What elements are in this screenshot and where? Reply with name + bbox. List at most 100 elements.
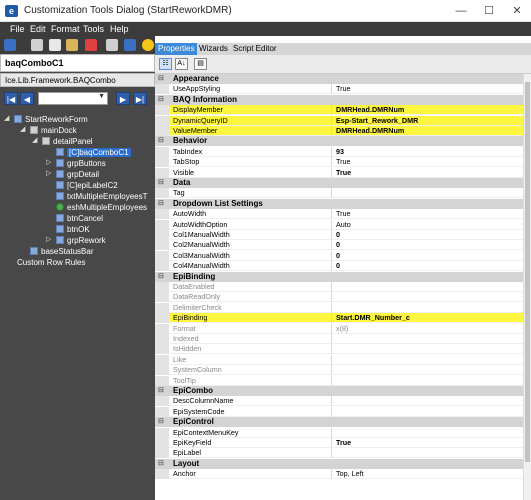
property-value[interactable]: True	[332, 84, 531, 95]
property-pages-icon[interactable]: ▤	[194, 58, 207, 70]
tree-item-baqcombo[interactable]: [C]baqComboC1	[56, 147, 131, 158]
categorized-icon[interactable]: ☷	[159, 58, 172, 70]
property-value[interactable]	[332, 355, 531, 365]
maximize-button[interactable]: ☐	[475, 0, 503, 22]
property-value[interactable]	[332, 188, 531, 199]
property-value[interactable]: 93	[332, 147, 531, 157]
cut-icon[interactable]	[31, 39, 43, 51]
tree-item-basestatusbar[interactable]: baseStatusBar	[30, 246, 93, 257]
tree-item-grpbuttons[interactable]: grpButtons	[56, 158, 106, 169]
property-value[interactable]	[332, 407, 531, 417]
property-value[interactable]	[332, 282, 531, 292]
property-value[interactable]: Start.DMR_Number_c	[332, 313, 531, 324]
property-row[interactable]: AutoWidth True	[155, 209, 531, 220]
property-row[interactable]: SystemColumn	[155, 365, 531, 376]
tree-item-startreworkform[interactable]: StartReworkForm	[14, 114, 88, 125]
collapse-icon[interactable]: ⊟	[158, 386, 164, 396]
property-row[interactable]: Format x(8)	[155, 323, 531, 334]
property-value[interactable]: DMRHead.DMRNum	[332, 105, 531, 116]
property-row[interactable]: Anchor Top, Left	[155, 469, 531, 480]
property-value[interactable]: DMRHead.DMRNum	[332, 126, 531, 136]
menu-edit[interactable]: Edit	[30, 24, 46, 34]
property-value[interactable]	[332, 303, 531, 313]
property-category[interactable]: ⊟ EpiControl	[155, 417, 531, 428]
property-value[interactable]: True	[332, 438, 531, 448]
property-value[interactable]: 0	[332, 230, 531, 240]
delete-icon[interactable]	[85, 39, 97, 51]
tree-item-detailpanel[interactable]: detailPanel	[42, 136, 93, 147]
property-row[interactable]: Col2ManualWidth 0	[155, 240, 531, 251]
copy-icon[interactable]	[49, 39, 61, 51]
last-control-button[interactable]: ▶|	[133, 92, 147, 105]
menu-help[interactable]: Help	[110, 24, 129, 34]
property-value[interactable]: x(8)	[332, 324, 531, 334]
property-category[interactable]: ⊟ Layout	[155, 458, 531, 469]
tree-item-btnok[interactable]: btnOK	[56, 224, 90, 235]
property-value[interactable]: Esp-Start_Rework_DMR	[332, 115, 531, 126]
property-value[interactable]	[332, 396, 531, 407]
menu-format[interactable]: Format	[51, 24, 80, 34]
collapse-icon[interactable]: ◢	[20, 125, 25, 133]
tab-script-editor[interactable]: Script Editor	[230, 43, 280, 55]
property-value[interactable]	[332, 365, 531, 376]
collapse-icon[interactable]: ⊟	[158, 178, 164, 188]
property-value[interactable]: 0	[332, 251, 531, 261]
scrollbar-thumb[interactable]	[525, 82, 530, 462]
property-value[interactable]	[332, 376, 531, 386]
property-category[interactable]: ⊟ BAQ Information	[155, 94, 531, 105]
property-row[interactable]: DataReadOnly	[155, 292, 531, 303]
property-row[interactable]: EpiLabel	[155, 448, 531, 459]
collapse-icon[interactable]: ⊟	[158, 74, 164, 84]
paste-icon[interactable]	[66, 39, 78, 51]
tree-item-btncancel[interactable]: btnCancel	[56, 213, 103, 224]
property-category[interactable]: ⊟ Data	[155, 178, 531, 188]
alphabetical-icon[interactable]: A↓	[175, 58, 188, 70]
property-category[interactable]: ⊟ EpiBinding	[155, 271, 531, 282]
expand-icon[interactable]: ▷	[46, 235, 51, 243]
property-value[interactable]: True	[332, 157, 531, 168]
tree-item-grprework[interactable]: grpRework	[56, 235, 106, 246]
tab-properties[interactable]: Properties	[155, 43, 198, 55]
collapse-icon[interactable]: ⊟	[158, 272, 164, 282]
close-button[interactable]: ✕	[503, 0, 531, 22]
property-row[interactable]: ValueMember DMRHead.DMRNum	[155, 126, 531, 136]
first-control-button[interactable]: |◀	[4, 92, 18, 105]
property-value[interactable]: 0	[332, 240, 531, 251]
property-value[interactable]: 0	[332, 261, 531, 272]
menu-file[interactable]: File	[10, 24, 25, 34]
minimize-button[interactable]: —	[447, 0, 475, 22]
property-row[interactable]: TabStop True	[155, 157, 531, 168]
tree-item-eshmultipleemployees[interactable]: eshMultipleEmployees	[56, 202, 147, 213]
control-select[interactable]: ▼	[38, 92, 108, 105]
tab-wizards[interactable]: Wizards	[196, 43, 231, 55]
expand-icon[interactable]: ▷	[46, 158, 51, 166]
help-icon[interactable]	[142, 39, 154, 51]
property-row[interactable]: EpiKeyField True	[155, 438, 531, 448]
property-value[interactable]	[332, 334, 531, 344]
property-row[interactable]: DelimiterCheck	[155, 302, 531, 313]
next-control-button[interactable]: ▶	[116, 92, 130, 105]
property-value[interactable]: True	[332, 168, 531, 178]
collapse-icon[interactable]: ◢	[32, 136, 37, 144]
property-row[interactable]: EpiBinding Start.DMR_Number_c	[155, 313, 531, 324]
collapse-icon[interactable]: ⊟	[158, 459, 164, 469]
property-category[interactable]: ⊟ Behavior	[155, 136, 531, 147]
collapse-icon[interactable]: ⊟	[158, 95, 164, 105]
tree-item-grpdetail[interactable]: grpDetail	[56, 169, 99, 180]
property-row[interactable]: Tag	[155, 188, 531, 199]
property-row[interactable]: Like	[155, 354, 531, 365]
property-value[interactable]	[332, 428, 531, 438]
expand-icon[interactable]: ▷	[46, 169, 51, 177]
property-row[interactable]: UseAppStyling True	[155, 84, 531, 95]
collapse-icon[interactable]: ⊟	[158, 136, 164, 146]
properties-icon[interactable]	[124, 39, 136, 51]
property-row[interactable]: DynamicQueryID Esp-Start_Rework_DMR	[155, 115, 531, 126]
property-row[interactable]: Indexed	[155, 334, 531, 344]
property-category[interactable]: ⊟ Appearance	[155, 74, 531, 84]
property-value[interactable]	[332, 292, 531, 303]
print-icon[interactable]	[106, 39, 118, 51]
property-value[interactable]	[332, 448, 531, 459]
property-row[interactable]: Col1ManualWidth 0	[155, 230, 531, 240]
tree-item-maindock[interactable]: mainDock	[30, 125, 77, 136]
property-row[interactable]: EpiSystemCode	[155, 406, 531, 417]
